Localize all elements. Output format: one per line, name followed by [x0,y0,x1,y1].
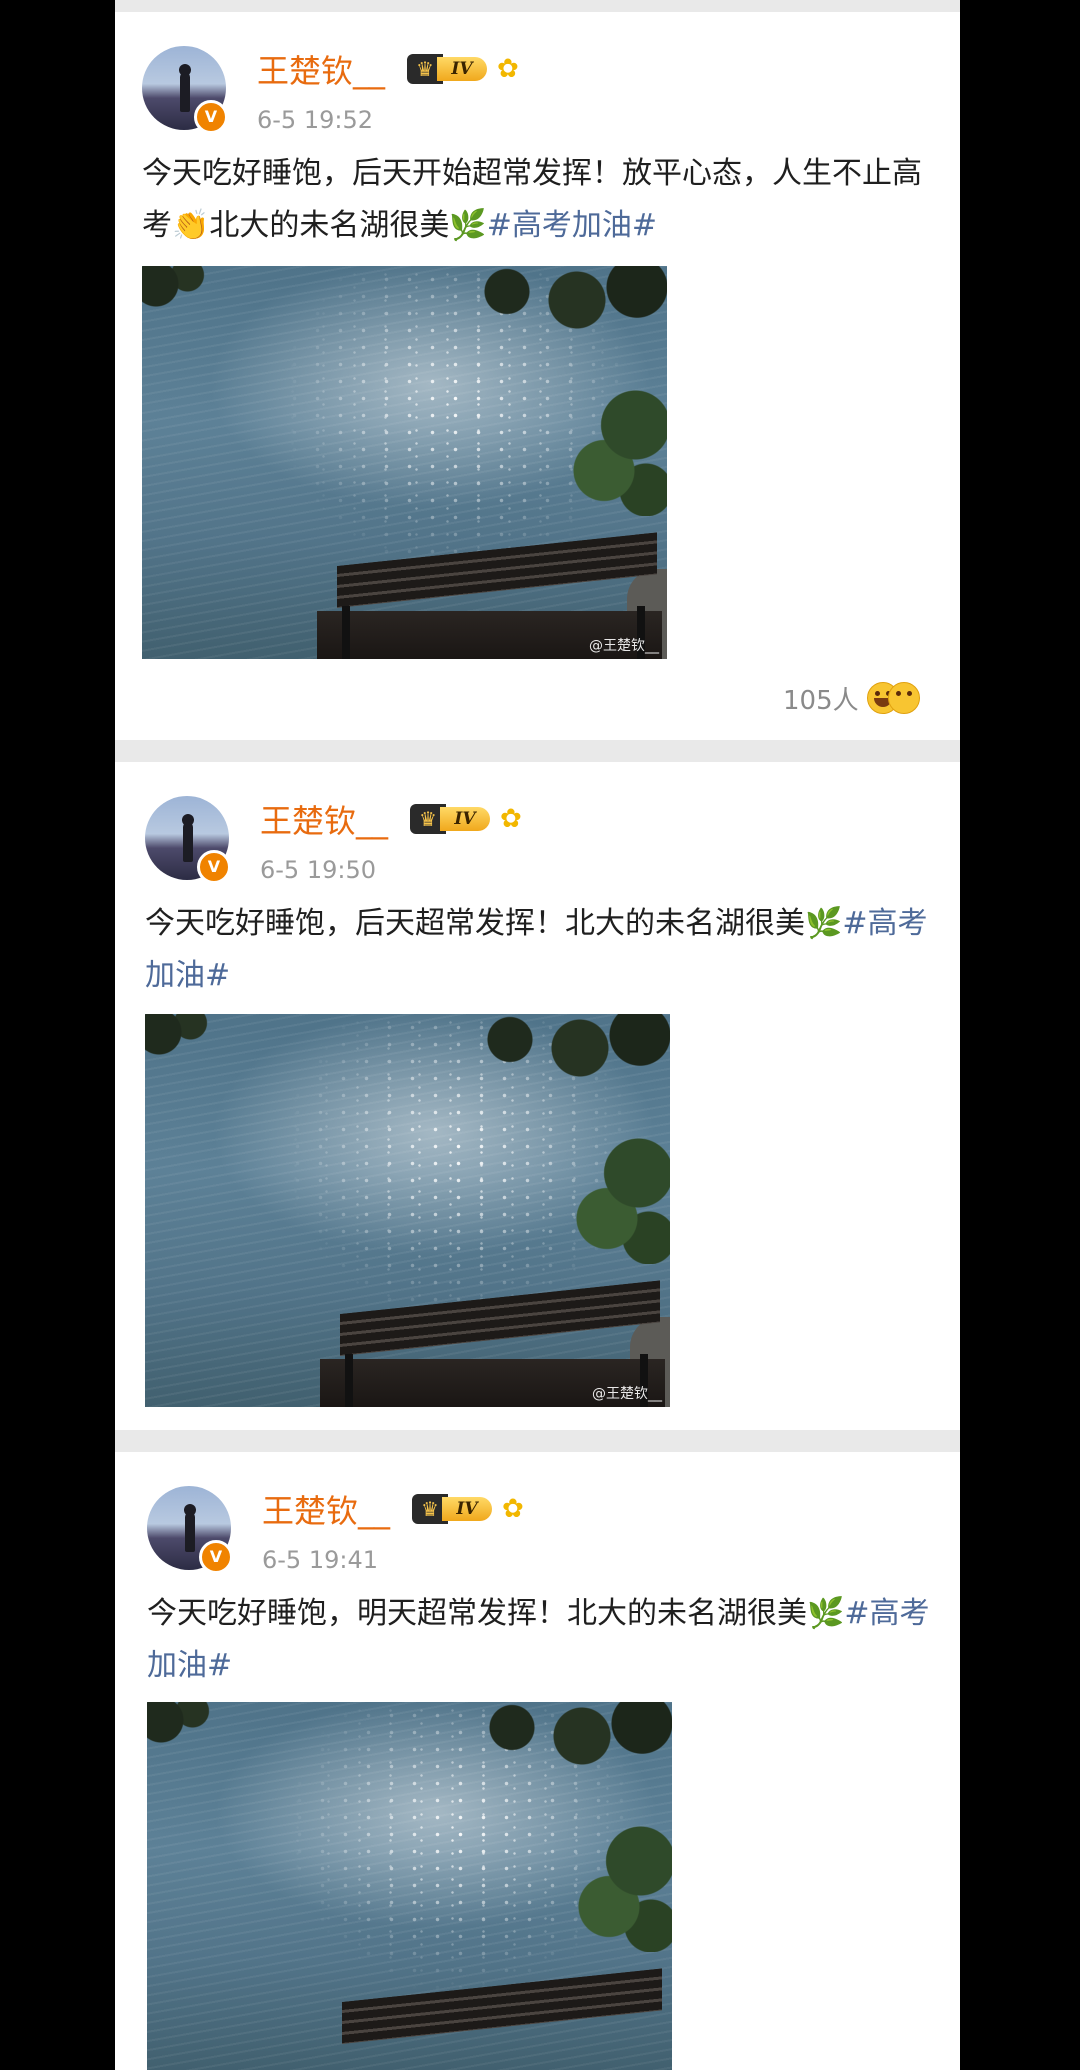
verified-badge-icon: V [197,850,231,884]
post-image[interactable] [147,1702,672,2070]
herb-emoji: 🌿 [449,208,487,243]
timestamp: 6-5 19:50 [260,856,376,884]
post-card[interactable]: V 王楚钦__ ♛ IV ✿ 6-5 19:41 今天吃好睡饱，明天超常发挥！北… [115,1452,960,2070]
sunflower-icon: ✿ [497,54,519,84]
timestamp: 6-5 19:41 [262,1546,378,1574]
username[interactable]: 王楚钦__ [260,796,388,842]
reaction-count[interactable]: 105人 [783,680,859,717]
image-watermark: @王楚钦__ [592,1386,662,1402]
verified-badge-icon: V [199,1540,233,1574]
level-badge: IV [442,1497,492,1521]
crown-icon[interactable]: ♛ IV [410,804,490,834]
post-text: 今天吃好睡饱，后天超常发挥！北大的未名湖很美🌿#高考加油# [145,906,928,993]
timestamp: 6-5 19:52 [257,106,373,134]
crown-icon[interactable]: ♛ IV [407,54,487,84]
image-watermark: @王楚钦__ [589,638,659,654]
post-card[interactable]: V 王楚钦__ ♛ IV ✿ 6-5 19:50 今天吃好睡饱，后天超常发挥！北… [115,762,960,1430]
post-image[interactable]: @王楚钦__ [145,1014,670,1407]
sunflower-icon: ✿ [500,804,522,834]
clap-emoji: 👏 [172,208,210,243]
level-badge: IV [437,57,487,81]
post-card[interactable]: V 王楚钦__ ♛ IV ✿ 6-5 19:52 今天吃好睡饱，后天开始超常发挥… [115,12,960,740]
hashtag-link[interactable]: #高考加油# [487,208,657,243]
post-text: 今天吃好睡饱，明天超常发挥！北大的未名湖很美🌿#高考加油# [147,1596,930,1683]
feed-strip: V 王楚钦__ ♛ IV ✿ 6-5 19:52 今天吃好睡饱，后天开始超常发挥… [115,0,960,2070]
herb-emoji: 🌿 [805,906,843,941]
herb-emoji: 🌿 [807,1596,845,1631]
post-image[interactable]: @王楚钦__ [142,266,667,659]
sunflower-icon: ✿ [502,1494,524,1524]
username[interactable]: 王楚钦__ [262,1486,390,1532]
crown-icon[interactable]: ♛ IV [412,1494,492,1524]
level-badge: IV [440,807,490,831]
username[interactable]: 王楚钦__ [257,46,385,92]
kiss-emoji-icon[interactable] [888,682,920,714]
verified-badge-icon: V [194,100,228,134]
post-text: 今天吃好睡饱，后天开始超常发挥！放平心态，人生不止高考👏北大的未名湖很美🌿#高考… [142,156,922,243]
